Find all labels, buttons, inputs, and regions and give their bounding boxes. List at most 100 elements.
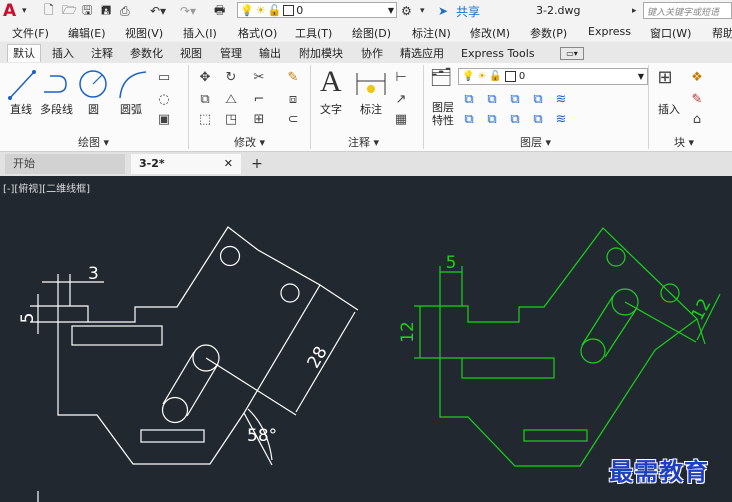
save-as-icon[interactable]: 🖪 xyxy=(101,3,111,19)
table-icon[interactable]: ▦ xyxy=(392,111,410,127)
menu-format[interactable]: 格式(O) xyxy=(238,25,277,41)
save-icon[interactable]: 🖫 xyxy=(82,3,92,19)
search-input[interactable]: 键入关键字或短语 xyxy=(643,2,732,19)
polyline-button[interactable]: 多段线 xyxy=(40,101,73,117)
ribbon-toggle-icon[interactable]: ▭▾ xyxy=(560,47,584,60)
erase-icon[interactable]: ✎ xyxy=(284,69,302,85)
create-block-icon[interactable]: ❖ xyxy=(688,69,706,85)
app-menu-arrow-icon[interactable]: ▾ xyxy=(22,3,27,19)
rotate-icon[interactable]: ↻ xyxy=(222,69,240,85)
chevron-right-icon[interactable]: ▸ xyxy=(632,3,637,19)
menu-insert[interactable]: 插入(I) xyxy=(183,25,217,41)
copy-icon[interactable]: ⧉ xyxy=(196,91,214,107)
green-hole xyxy=(606,247,626,267)
annotation-panel-title[interactable]: 注释 ▾ xyxy=(348,134,379,150)
region-icon[interactable]: ▣ xyxy=(155,111,173,127)
draw-panel-title[interactable]: 绘图 ▾ xyxy=(78,134,109,150)
modify-panel-title[interactable]: 修改 ▾ xyxy=(234,134,265,150)
tab-start[interactable]: 开始 xyxy=(5,154,125,174)
menu-window[interactable]: 窗口(W) xyxy=(650,25,691,41)
layer-tool-icon[interactable]: ⧉ xyxy=(483,91,501,107)
tab-annotate[interactable]: 注释 xyxy=(86,45,118,62)
redo-icon[interactable]: ↷▾ xyxy=(180,3,196,19)
layer-dropdown[interactable]: 💡 ☀ 🔓 0 ▼ xyxy=(458,68,648,85)
text-button[interactable]: 文字 xyxy=(320,101,342,117)
tab-current-document[interactable]: 3-2* ✕ xyxy=(131,154,241,174)
menu-modify[interactable]: 修改(M) xyxy=(470,25,510,41)
print-icon[interactable]: ⎙ xyxy=(120,3,130,19)
move-icon[interactable]: ✥ xyxy=(196,69,214,85)
arc-button[interactable]: 圆弧 xyxy=(120,101,142,117)
tab-insert[interactable]: 插入 xyxy=(47,45,79,62)
color-swatch xyxy=(283,4,295,16)
tab-manage[interactable]: 管理 xyxy=(215,45,247,62)
dimension-icon[interactable] xyxy=(355,69,387,97)
offset-icon[interactable]: ⊂ xyxy=(284,111,302,127)
scale-icon[interactable]: ◳ xyxy=(222,111,240,127)
layer-tool-icon[interactable]: ⧉ xyxy=(529,91,547,107)
tab-view[interactable]: 视图 xyxy=(175,45,207,62)
fillet-icon[interactable]: ⌐ xyxy=(250,91,268,107)
tab-output[interactable]: 输出 xyxy=(254,45,286,62)
layer-tool-icon[interactable]: ⧉ xyxy=(483,111,501,127)
menu-file[interactable]: 文件(F) xyxy=(12,25,49,41)
tab-parametric[interactable]: 参数化 xyxy=(125,45,168,62)
open-file-icon[interactable]: 🗁 xyxy=(62,3,77,19)
layer-tool-icon[interactable]: ⧉ xyxy=(460,91,478,107)
tab-collaborate[interactable]: 协作 xyxy=(356,45,388,62)
menu-parametric[interactable]: 参数(P) xyxy=(530,25,567,41)
menu-help[interactable]: 帮助 xyxy=(712,25,732,41)
menu-dimension[interactable]: 标注(N) xyxy=(412,25,451,41)
layer-tool-icon[interactable]: ≋ xyxy=(552,91,570,107)
layer-combo-value: 0 xyxy=(296,3,304,17)
insert-block-icon[interactable]: ⊞ xyxy=(656,67,674,88)
tab-featured-apps[interactable]: 精选应用 xyxy=(395,45,449,62)
line-button[interactable]: 直线 xyxy=(10,101,32,117)
close-icon[interactable]: ✕ xyxy=(224,154,233,174)
stretch-icon[interactable]: ⬚ xyxy=(196,111,214,127)
menu-edit[interactable]: 编辑(E) xyxy=(68,25,106,41)
block-panel-title[interactable]: 块 ▾ xyxy=(674,134,694,150)
mirror-icon[interactable]: ⧍ xyxy=(222,91,240,107)
green-slot-edge xyxy=(604,307,638,358)
menu-view[interactable]: 视图(V) xyxy=(125,25,163,41)
layer-tool-icon[interactable]: ⧉ xyxy=(506,91,524,107)
share-label[interactable]: 共享 xyxy=(456,3,480,19)
share-icon[interactable]: ➤ xyxy=(438,3,448,19)
layer-properties-button[interactable]: 图层 特性 xyxy=(432,101,454,127)
layer-tool-icon[interactable]: ⧉ xyxy=(460,111,478,127)
linear-dim-icon[interactable]: ⊢ xyxy=(392,69,410,85)
leader-icon[interactable]: ↗ xyxy=(392,91,410,107)
array-icon[interactable]: ⊞ xyxy=(250,111,268,127)
hatch-icon[interactable]: ◌ xyxy=(155,91,173,107)
undo-icon[interactable]: ↶▾ xyxy=(150,3,166,19)
layer-properties-icon[interactable]: 🗂 xyxy=(430,67,453,88)
insert-button[interactable]: 插入 xyxy=(658,101,680,117)
tab-default[interactable]: 默认 xyxy=(7,44,41,62)
menu-tools[interactable]: 工具(T) xyxy=(295,25,332,41)
block-attribute-icon[interactable]: ⌂ xyxy=(688,111,706,127)
new-file-icon[interactable]: 🗋 xyxy=(44,3,54,19)
tab-addins[interactable]: 附加模块 xyxy=(294,45,348,62)
green-slot xyxy=(523,429,588,442)
layer-combo[interactable]: 💡 ☀ 🔓 0 ▼ xyxy=(237,2,397,18)
edit-block-icon[interactable]: ✎ xyxy=(688,91,706,107)
menu-express[interactable]: Express xyxy=(588,25,631,38)
explode-icon[interactable]: ⧈ xyxy=(284,91,302,107)
layer-tool-icon[interactable]: ⧉ xyxy=(506,111,524,127)
tab-express-tools[interactable]: Express Tools xyxy=(456,45,540,62)
layer-tool-icon[interactable]: ≋ xyxy=(552,111,570,127)
add-tab-button[interactable]: + xyxy=(248,156,266,172)
trim-icon[interactable]: ✂ xyxy=(250,69,268,85)
plot-icon[interactable]: 🖶 xyxy=(214,3,225,19)
rectangle-icon[interactable]: ▭ xyxy=(155,69,173,85)
customize-qat-icon[interactable]: ▾ xyxy=(420,3,425,19)
circle-button[interactable]: 圆 xyxy=(88,101,99,117)
dimension-button[interactable]: 标注 xyxy=(360,101,382,117)
layer-tool-icon[interactable]: ⧉ xyxy=(529,111,547,127)
text-icon[interactable]: A xyxy=(320,65,342,99)
app-logo[interactable]: A xyxy=(3,1,16,21)
menu-draw[interactable]: 绘图(D) xyxy=(352,25,391,41)
layers-panel-title[interactable]: 图层 ▾ xyxy=(520,134,551,150)
workspace-icon[interactable]: ⚙ xyxy=(401,3,412,19)
